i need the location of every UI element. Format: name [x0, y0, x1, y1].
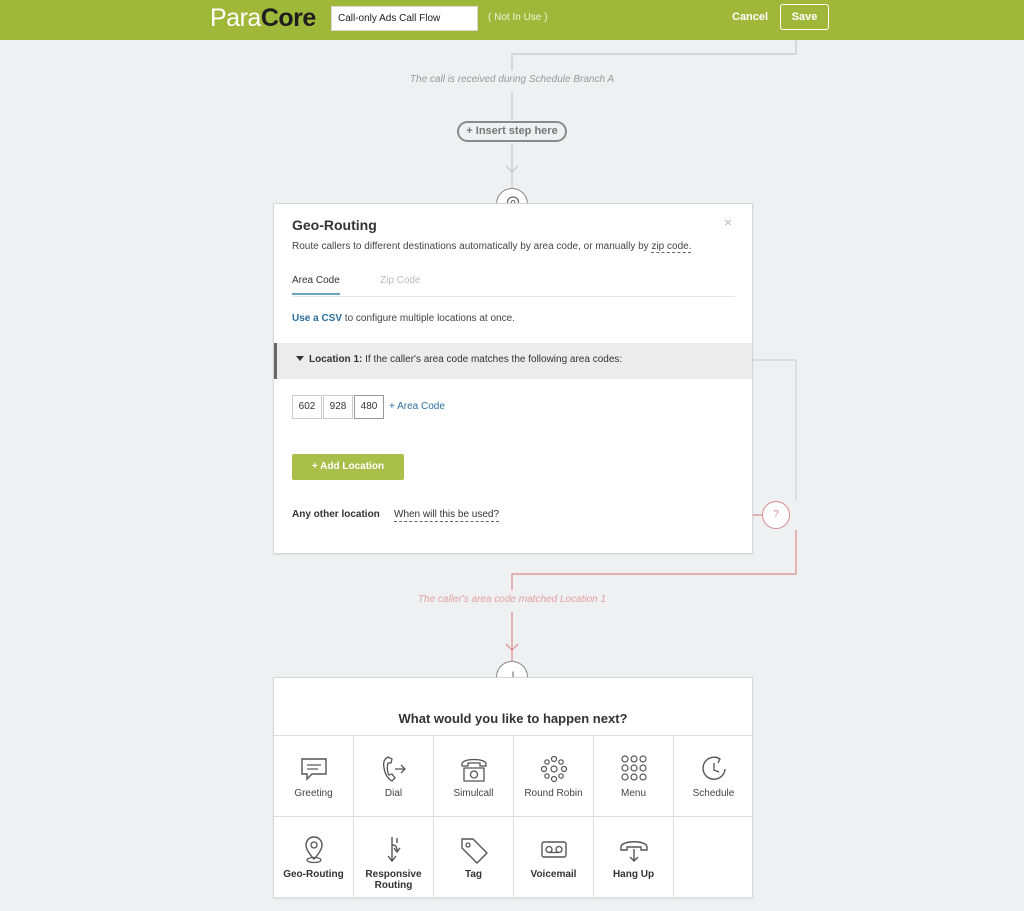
hang-up-icon	[620, 841, 648, 862]
csv-hint: Use a CSV to configure multiple location…	[292, 313, 515, 324]
option-geo-routing[interactable]: Geo-Routing	[274, 817, 354, 898]
option-label: Menu	[620, 788, 646, 799]
area-code-input[interactable]: 480	[354, 395, 384, 419]
empty-cell	[674, 817, 752, 898]
tab-zip-code[interactable]: Zip Code	[380, 275, 421, 286]
add-area-code-link[interactable]: + Area Code	[389, 401, 445, 412]
when-will-this-be-used-link[interactable]: When will this be used?	[394, 509, 500, 522]
option-label: Schedule	[692, 788, 735, 799]
location-1-text: Location 1: If the caller's area code ma…	[309, 354, 622, 365]
location-1-label: Location 1:	[309, 354, 363, 365]
option-menu[interactable]: Menu	[594, 736, 674, 817]
voicemail-icon	[541, 841, 567, 858]
any-other-location-label: Any other location	[292, 509, 380, 520]
geo-routing-title: Geo-Routing	[292, 217, 377, 233]
area-code-input[interactable]: 602	[292, 395, 322, 419]
option-hang-up[interactable]: Hang Up	[594, 817, 674, 898]
geo-routing-description: Route callers to different destinations …	[292, 241, 692, 253]
csv-hint-text: to configure multiple locations at once.	[342, 313, 515, 324]
option-schedule[interactable]: Schedule	[674, 736, 752, 817]
responsive-routing-icon	[387, 837, 401, 863]
use-csv-link[interactable]: Use a CSV	[292, 313, 342, 324]
geo-routing-card: Geo-Routing × Route callers to different…	[273, 203, 753, 554]
close-icon[interactable]: ×	[724, 214, 732, 230]
option-simulcall[interactable]: Simulcall	[434, 736, 514, 817]
option-label: Dial	[384, 788, 403, 799]
option-tag[interactable]: Tag	[434, 817, 514, 898]
option-label: Round Robin	[524, 788, 583, 799]
location-1-condition: If the caller's area code matches the fo…	[362, 354, 623, 365]
question-node[interactable]: ?	[762, 501, 790, 529]
schedule-icon	[702, 756, 726, 780]
next-step-title: What would you like to happen next?	[398, 711, 628, 726]
option-voicemail[interactable]: Voicemail	[514, 817, 594, 898]
greeting-icon	[301, 758, 327, 781]
insert-step-button[interactable]: + Insert step here	[457, 121, 567, 142]
option-round-robin[interactable]: Round Robin	[514, 736, 594, 817]
location-1-header[interactable]: Location 1: If the caller's area code ma…	[274, 343, 752, 379]
tag-icon	[461, 838, 488, 864]
option-label: Hang Up	[612, 869, 655, 880]
dial-icon	[382, 756, 406, 782]
round-robin-icon	[540, 755, 568, 783]
simulcall-icon	[461, 758, 487, 782]
option-label: Tag	[464, 869, 483, 880]
routing-tabs: Area Code Zip Code	[292, 270, 735, 297]
option-label: Responsive Routing	[365, 869, 422, 891]
description-text: Route callers to different destinations …	[292, 241, 652, 252]
branch-note: The call is received during Schedule Bra…	[409, 74, 615, 85]
option-dial[interactable]: Dial	[354, 736, 434, 817]
area-code-input[interactable]: 928	[323, 395, 353, 419]
step-options-grid: Greeting Dial Simulcall Round Robin Menu…	[274, 735, 752, 898]
option-label: Geo-Routing	[283, 869, 344, 880]
next-step-card: What would you like to happen next? Gree…	[273, 677, 753, 898]
geo-routing-icon	[305, 836, 323, 864]
option-greeting[interactable]: Greeting	[274, 736, 354, 817]
caret-down-icon[interactable]	[296, 356, 304, 361]
match-note: The caller's area code matched Location …	[417, 594, 607, 605]
menu-icon	[621, 755, 647, 781]
option-label: Greeting	[294, 788, 333, 799]
zip-code-link[interactable]: zip code.	[651, 241, 692, 253]
add-location-button[interactable]: + Add Location	[292, 454, 404, 480]
option-responsive-routing[interactable]: Responsive Routing	[354, 817, 434, 898]
option-label: Simulcall	[453, 788, 494, 799]
option-label: Voicemail	[530, 869, 577, 880]
tab-area-code[interactable]: Area Code	[292, 275, 340, 295]
